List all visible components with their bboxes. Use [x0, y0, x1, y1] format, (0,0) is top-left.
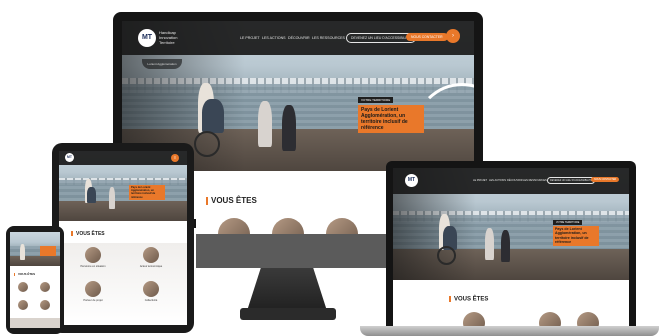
card-thumb[interactable] [18, 300, 28, 310]
card-label: Collectivité [144, 299, 158, 302]
tablet: MT ≡ Pays de Lorient Agglomération, un t… [52, 143, 194, 333]
monitor-foot [240, 308, 336, 320]
nav-link-ressources[interactable]: LES RESSOURCES [312, 36, 345, 40]
sublogo: Lorient Agglomération [142, 59, 182, 69]
hero-headline: Pays de Lorient Agglomération, un territ… [553, 226, 599, 246]
person-wheelchair [202, 99, 224, 133]
phone-screen: VOUS ÊTES [10, 232, 60, 328]
laptop-base [360, 326, 659, 336]
card-thumb[interactable] [143, 247, 159, 263]
laptop: MT LE PROJET LES ACTIONS DÉCOUVRIR LES R… [386, 161, 636, 327]
hero-headline: Pays de Lorient Agglomération, un territ… [129, 185, 165, 200]
contact-button[interactable]: NOUS CONTACTER [406, 33, 448, 41]
card-thumb[interactable] [539, 312, 561, 326]
card-thumb[interactable] [40, 300, 50, 310]
card-thumb[interactable] [577, 312, 599, 326]
menu-icon[interactable]: ≡ [171, 154, 179, 162]
hero-headline [40, 246, 56, 256]
laptop-screen: MT LE PROJET LES ACTIONS DÉCOUVRIR LES R… [393, 168, 629, 326]
section-title: VOUS ÊTES [206, 196, 257, 205]
card-thumb[interactable] [463, 312, 485, 326]
card-thumb[interactable] [85, 281, 101, 297]
phone: VOUS ÊTES [6, 226, 64, 334]
wheelchair-wheel [194, 131, 220, 157]
card-thumb[interactable] [18, 282, 28, 292]
card-label: Acteur économique [139, 265, 163, 268]
navbar: MT Handicap Innovation Territoire LE PRO… [122, 21, 474, 55]
person-child [258, 101, 272, 147]
tablet-screen: MT ≡ Pays de Lorient Agglomération, un t… [59, 151, 187, 325]
section-title: VOUS ÊTES [14, 272, 35, 276]
desktop-content-lower: VOUS ÊTES [196, 196, 386, 268]
logo-text: Handicap Innovation Territoire [159, 30, 178, 45]
section-title: VOUS ÊTES [71, 231, 105, 237]
card-label: Personne en situation [80, 265, 106, 268]
monitor-bezel-bottom [196, 234, 386, 268]
navbar: MT LE PROJET LES ACTIONS DÉCOUVRIR LES R… [393, 168, 629, 194]
logo[interactable]: MT [138, 29, 156, 47]
section-title: VOUS ÊTES [449, 296, 488, 303]
nav-link-decouvrir[interactable]: DÉCOUVRIR [288, 36, 310, 40]
arrow-right-icon[interactable]: › [446, 29, 460, 43]
card-thumb[interactable] [143, 281, 159, 297]
nav-link-actions[interactable]: LES ACTIONS [262, 36, 286, 40]
person-child [282, 105, 296, 151]
navbar: MT ≡ [59, 151, 187, 165]
hero-headline: Pays de Lorient Agglomération, un territ… [358, 105, 424, 133]
card-label: Porteur de projet [83, 299, 103, 302]
card-thumb[interactable] [40, 282, 50, 292]
hero-badge: VOTRE TERRITOIRE [358, 97, 394, 103]
logo[interactable]: MT [405, 174, 418, 187]
card-thumb[interactable] [85, 247, 101, 263]
nav-link-projet[interactable]: LE PROJET [240, 36, 260, 40]
